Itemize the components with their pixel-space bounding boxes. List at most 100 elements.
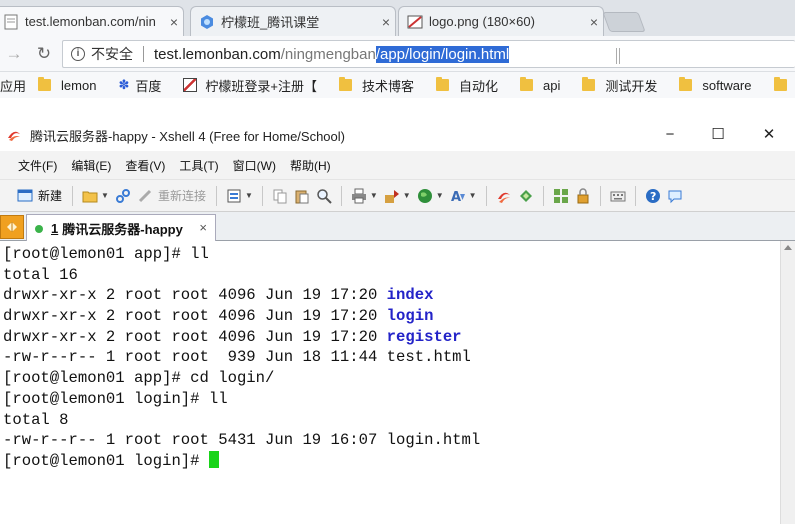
bookmark-software[interactable]: software	[679, 77, 752, 93]
page-favicon-icon	[4, 14, 18, 29]
info-icon[interactable]: i	[71, 47, 85, 61]
reconnect-button[interactable]: 重新连接	[158, 187, 206, 204]
terminal-text: drwxr-xr-x 2 root root 4096 Jun 19 17:20	[3, 286, 387, 305]
terminal-output[interactable]: [root@lemon01 app]# ll total 16 drwxr-xr-x…	[0, 241, 780, 524]
chevron-down-icon[interactable]: ▼	[370, 191, 378, 200]
xshell-toolbar: 新建 ▼ 重新连接 ▼ ▼ ▼ ▼ A ▼ ?	[0, 179, 795, 211]
terminal-line: [root@lemon01 app]# ll	[3, 244, 780, 265]
browser-tab-3[interactable]: logo.png (180×60) ×	[398, 6, 604, 36]
reload-icon[interactable]: ↻	[34, 44, 54, 64]
bookmark-tech-blog[interactable]: 技术博客	[338, 76, 414, 95]
terminal-line: -rw-r--r-- 1 root root 5431 Jun 19 16:07…	[3, 430, 780, 451]
close-tab-icon[interactable]: ×	[585, 14, 603, 30]
menu-help[interactable]: 帮助(H)	[290, 157, 331, 174]
lock-icon[interactable]	[575, 187, 591, 204]
close-tab-icon[interactable]: ×	[165, 14, 183, 30]
terminal-text: [root@lemon01 app]# ll	[3, 245, 209, 263]
terminal-text: [root@lemon01 login]#	[3, 451, 209, 470]
folder-icon	[773, 77, 787, 91]
xshell-logo-icon	[8, 131, 20, 141]
close-session-icon[interactable]: ×	[199, 220, 207, 235]
bookmark-label: lemon	[61, 77, 97, 93]
browser-tab-1[interactable]: test.lemonban.com/nin ×	[0, 6, 184, 36]
menu-file[interactable]: 文件(F)	[18, 157, 57, 174]
back-arrow-icon[interactable]: →	[4, 44, 24, 64]
copy-icon[interactable]	[272, 188, 288, 204]
bookmark-label: 柠檬班登录+注册【	[205, 78, 317, 94]
bookmark-automation[interactable]: 自动化	[435, 76, 498, 95]
terminal-line: [root@lemon01 login]# ll	[3, 389, 780, 410]
bookmark-lemon[interactable]: lemon	[38, 77, 97, 93]
chevron-down-icon[interactable]: ▼	[101, 191, 109, 200]
bookmark-lemonban-login[interactable]: 柠檬班登录+注册【	[183, 76, 317, 95]
browser-tab-2[interactable]: 柠檬班_腾讯课堂 ×	[190, 6, 396, 36]
bookmark-apps[interactable]: 应用	[0, 76, 26, 95]
bookmark-label: 自动化	[458, 78, 498, 94]
globe-icon[interactable]	[417, 188, 433, 204]
browser-tab-title: logo.png (180×60)	[429, 14, 535, 29]
layout-grid-icon[interactable]	[553, 188, 569, 204]
folder-icon	[38, 77, 52, 91]
menu-edit[interactable]: 编辑(E)	[71, 157, 111, 174]
xftp-icon[interactable]	[518, 188, 534, 204]
toolbar-separator	[599, 185, 601, 206]
help-icon[interactable]: ?	[645, 188, 661, 204]
bookmark-de[interactable]: de	[773, 77, 795, 93]
bookmark-baidu[interactable]: ✽ 百度	[118, 76, 161, 95]
print-icon[interactable]	[351, 188, 367, 204]
window-title: 腾讯云服务器-happy - Xshell 4 (Free for Home/S…	[30, 128, 345, 144]
chevron-down-icon[interactable]: ▼	[469, 191, 477, 200]
close-tab-icon[interactable]: ×	[377, 14, 395, 30]
terminal-line: total 8	[3, 410, 780, 431]
scroll-up-icon[interactable]	[784, 245, 792, 250]
session-tab[interactable]: 1 腾讯云服务器-happy ×	[26, 214, 216, 242]
terminal-line: total 16	[3, 265, 780, 286]
page-icon	[183, 78, 198, 92]
new-tab-button[interactable]	[602, 12, 646, 32]
bookmark-test-dev[interactable]: 测试开发	[582, 76, 657, 95]
toolbar-separator	[485, 185, 487, 206]
session-manager-icon	[7, 222, 17, 232]
paste-icon[interactable]	[294, 188, 310, 204]
folder-icon	[582, 77, 596, 91]
url-input[interactable]: i 不安全 test.lemonban.com /ningmengban /ap…	[62, 40, 795, 68]
terminal-text: [root@lemon01 app]# cd login/	[3, 369, 275, 388]
open-folder-icon[interactable]	[82, 188, 98, 204]
add-session-button[interactable]	[0, 215, 24, 239]
terminal-cursor	[208, 450, 219, 468]
font-icon[interactable]: A	[450, 188, 466, 204]
xshell-script-icon[interactable]	[496, 188, 512, 204]
url-separator	[143, 46, 144, 62]
chat-bubble-icon[interactable]	[667, 188, 683, 204]
connect-link-icon[interactable]	[115, 188, 131, 204]
maximize-button[interactable]: ☐	[703, 124, 733, 146]
minimize-button[interactable]: −	[655, 124, 685, 146]
terminal-line: drwxr-xr-x 2 root root 4096 Jun 19 17:20…	[3, 306, 780, 327]
url-path: /ningmengban	[280, 45, 376, 63]
chevron-down-icon[interactable]: ▼	[436, 191, 444, 200]
transfer-icon[interactable]	[384, 188, 400, 204]
chevron-down-icon[interactable]: ▼	[403, 191, 411, 200]
terminal-line: [root@lemon01 app]# cd login/	[3, 368, 780, 389]
directory-name: login	[386, 307, 434, 326]
find-icon[interactable]	[316, 188, 332, 204]
keyboard-icon[interactable]	[610, 188, 626, 204]
toolbar-separator	[340, 185, 342, 206]
bookmark-label: 技术博客	[361, 78, 414, 94]
new-session-button[interactable]: 新建	[38, 187, 62, 204]
folder-icon	[519, 77, 533, 91]
menu-tools[interactable]: 工具(T)	[179, 157, 218, 174]
properties-icon[interactable]	[226, 188, 242, 204]
menu-window[interactable]: 窗口(W)	[233, 157, 276, 174]
terminal-line: drwxr-xr-x 2 root root 4096 Jun 19 17:20…	[3, 285, 780, 306]
text-cursor-icon	[616, 48, 620, 64]
session-tab-name: 腾讯云服务器-happy	[62, 222, 183, 237]
terminal-text: total 8	[3, 410, 69, 429]
menu-view[interactable]: 查看(V)	[125, 157, 165, 174]
svg-text:?: ?	[650, 190, 656, 203]
bookmark-api[interactable]: api	[519, 77, 560, 93]
terminal-scrollbar[interactable]	[780, 241, 795, 524]
chevron-down-icon[interactable]: ▼	[245, 191, 253, 200]
terminal-text: drwxr-xr-x 2 root root 4096 Jun 19 17:20	[3, 307, 387, 326]
close-window-button[interactable]: ✕	[754, 124, 784, 146]
